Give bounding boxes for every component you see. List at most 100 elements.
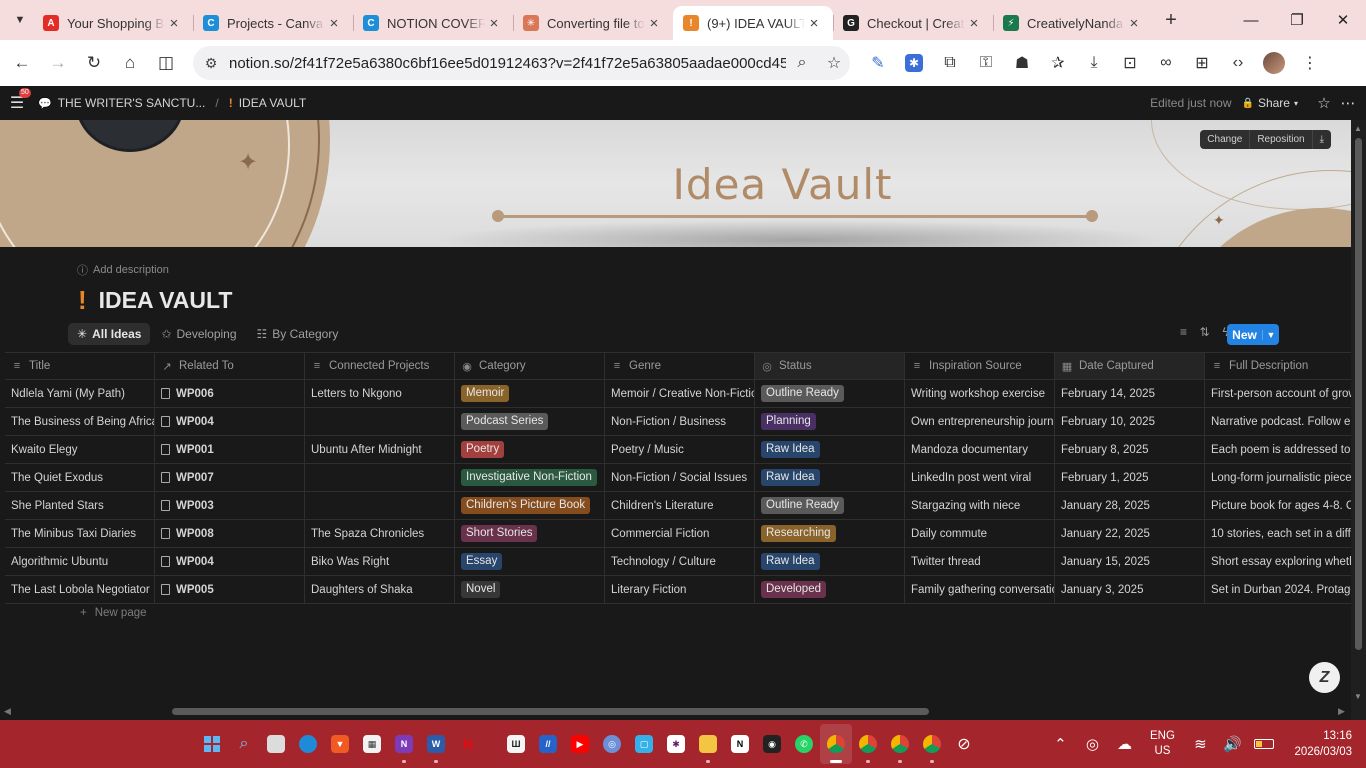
date-cell[interactable]: January 15, 2025: [1055, 548, 1205, 575]
connected-cell[interactable]: [305, 408, 455, 435]
table-row[interactable]: The Last Lobola Negotiator WP005 Daughters…: [5, 576, 1351, 604]
status-tag[interactable]: Outline Ready: [761, 497, 844, 514]
tray-app-icon[interactable]: ☁: [1108, 735, 1140, 753]
category-cell[interactable]: Memoir: [455, 380, 605, 407]
inspiration-cell[interactable]: Family gathering conversation: [905, 576, 1055, 603]
favorites-star-icon[interactable]: ✰: [1040, 45, 1076, 81]
change-cover-button[interactable]: Change: [1200, 130, 1251, 149]
connected-cell[interactable]: Letters to Nkgono: [305, 380, 455, 407]
filter-icon[interactable]: ≡: [1173, 325, 1194, 339]
date-cell[interactable]: January 28, 2025: [1055, 492, 1205, 519]
chrome-profile-icon[interactable]: [916, 724, 948, 764]
category-tag[interactable]: Podcast Series: [461, 413, 549, 430]
related-to-cell[interactable]: WP001: [155, 436, 305, 463]
description-cell[interactable]: Narrative podcast. Follow entrepreneurs: [1205, 408, 1351, 435]
input-language[interactable]: ENG US: [1140, 729, 1184, 759]
column-header[interactable]: ≡ Full Description: [1205, 353, 1351, 379]
status-tag[interactable]: Planning: [761, 413, 816, 430]
page-title[interactable]: ! IDEA VAULT: [78, 285, 232, 316]
inspiration-cell[interactable]: Daily commute: [905, 520, 1055, 547]
app-icon[interactable]: ⊘: [948, 724, 980, 764]
task-view-icon[interactable]: [260, 724, 292, 764]
status-cell[interactable]: Researching: [755, 520, 905, 547]
app-icon[interactable]: ◎: [596, 724, 628, 764]
notion-icon[interactable]: N: [724, 724, 756, 764]
share-button[interactable]: 🔒 Share ▾: [1242, 96, 1299, 110]
minimize-icon[interactable]: —: [1228, 0, 1274, 40]
related-to-cell[interactable]: WP005: [155, 576, 305, 603]
app-icon[interactable]: ◉: [756, 724, 788, 764]
breadcrumb-page[interactable]: ! IDEA VAULT: [225, 96, 311, 110]
table-row[interactable]: The Business of Being African WP004 Podcas…: [5, 408, 1351, 436]
side-panel-icon[interactable]: ⊞: [1184, 45, 1220, 81]
title-cell[interactable]: Ndlela Yami (My Path): [5, 380, 155, 407]
new-button-label[interactable]: New: [1227, 328, 1262, 342]
pen-extension-icon[interactable]: ✎: [860, 45, 896, 81]
title-cell[interactable]: The Last Lobola Negotiator: [5, 576, 155, 603]
app-icon[interactable]: ▢: [628, 724, 660, 764]
search-taskbar-icon[interactable]: ⌕: [228, 724, 260, 764]
scroll-up-icon[interactable]: ▲: [1354, 124, 1362, 133]
store-icon[interactable]: ▦: [356, 724, 388, 764]
chrome-icon[interactable]: [820, 724, 852, 764]
home-icon[interactable]: ⌂: [112, 45, 148, 81]
tray-app-icon[interactable]: ◎: [1076, 735, 1108, 753]
table-row[interactable]: Kwaito Elegy WP001 Ubuntu After Midnight Po…: [5, 436, 1351, 464]
connected-cell[interactable]: [305, 464, 455, 491]
volume-icon[interactable]: 🔊: [1216, 735, 1248, 753]
view-tab-by-category[interactable]: ☷ By Category: [248, 323, 348, 345]
category-tag[interactable]: Children's Picture Book: [461, 497, 591, 514]
related-to-cell[interactable]: WP003: [155, 492, 305, 519]
date-cell[interactable]: February 10, 2025: [1055, 408, 1205, 435]
address-bar[interactable]: ⚙ notion.so/2f41f72e5a6380c6bf16ee5d0191…: [193, 46, 850, 80]
category-tag[interactable]: Memoir: [461, 385, 510, 402]
inspiration-cell[interactable]: Mandoza documentary: [905, 436, 1055, 463]
title-cell[interactable]: The Quiet Exodus: [5, 464, 155, 491]
category-cell[interactable]: Short Stories: [455, 520, 605, 547]
related-page-link[interactable]: WP004: [176, 556, 214, 568]
status-tag[interactable]: Raw Idea: [761, 469, 820, 486]
inspiration-cell[interactable]: Writing workshop exercise: [905, 380, 1055, 407]
slack-icon[interactable]: ✱: [660, 724, 692, 764]
notion-ai-help-icon[interactable]: Z: [1309, 662, 1340, 693]
table-row[interactable]: Ndlela Yami (My Path) WP006 Letters to Nkg…: [5, 380, 1351, 408]
split-view-icon[interactable]: ◫: [148, 45, 184, 81]
vertical-scroll-thumb[interactable]: [1355, 138, 1362, 650]
netflix-icon[interactable]: N: [452, 724, 484, 764]
description-cell[interactable]: First-person account of growing up: [1205, 380, 1351, 407]
inspiration-cell[interactable]: Own entrepreneurship journey: [905, 408, 1055, 435]
column-header[interactable]: ◎ Status: [755, 353, 905, 379]
column-header[interactable]: ↗ Related To: [155, 353, 305, 379]
description-cell[interactable]: 10 stories, each set in a different: [1205, 520, 1351, 547]
status-cell[interactable]: Raw Idea: [755, 436, 905, 463]
related-page-link[interactable]: WP006: [176, 388, 214, 400]
word-icon[interactable]: W: [420, 724, 452, 764]
favorite-star-icon[interactable]: ☆: [1312, 94, 1336, 112]
close-window-icon[interactable]: ✕: [1320, 0, 1366, 40]
category-cell[interactable]: Novel: [455, 576, 605, 603]
exclamation-icon[interactable]: !: [78, 285, 87, 316]
url-text[interactable]: notion.so/2f41f72e5a6380c6bf16ee5d019124…: [229, 55, 786, 72]
app-icon[interactable]: //: [532, 724, 564, 764]
profile-avatar[interactable]: [1263, 52, 1285, 74]
start-windows-icon[interactable]: [196, 724, 228, 764]
close-tab-icon[interactable]: ×: [1125, 15, 1143, 32]
close-tab-icon[interactable]: ×: [485, 15, 503, 32]
brave-icon[interactable]: ▼: [324, 724, 356, 764]
description-cell[interactable]: Short essay exploring whether: [1205, 548, 1351, 575]
category-cell[interactable]: Poetry: [455, 436, 605, 463]
chrome-profile-icon[interactable]: [884, 724, 916, 764]
date-cell[interactable]: January 22, 2025: [1055, 520, 1205, 547]
table-row[interactable]: Algorithmic Ubuntu WP004 Biko Was Right Ess…: [5, 548, 1351, 576]
tab-search-button[interactable]: ▼: [7, 7, 33, 33]
genre-cell[interactable]: Commercial Fiction: [605, 520, 755, 547]
category-cell[interactable]: Essay: [455, 548, 605, 575]
scroll-left-icon[interactable]: ◀: [4, 706, 11, 717]
status-tag[interactable]: Developed: [761, 581, 826, 598]
view-tab-all-ideas[interactable]: ✳ All Ideas: [68, 323, 151, 345]
table-row[interactable]: The Quiet Exodus WP007 Investigative Non-F…: [5, 464, 1351, 492]
genre-cell[interactable]: Literary Fiction: [605, 576, 755, 603]
browser-tab[interactable]: ! (9+) IDEA VAULT ×: [673, 6, 833, 40]
bookmark-star-icon[interactable]: ☆: [818, 53, 850, 73]
onenote-icon[interactable]: N: [388, 724, 420, 764]
